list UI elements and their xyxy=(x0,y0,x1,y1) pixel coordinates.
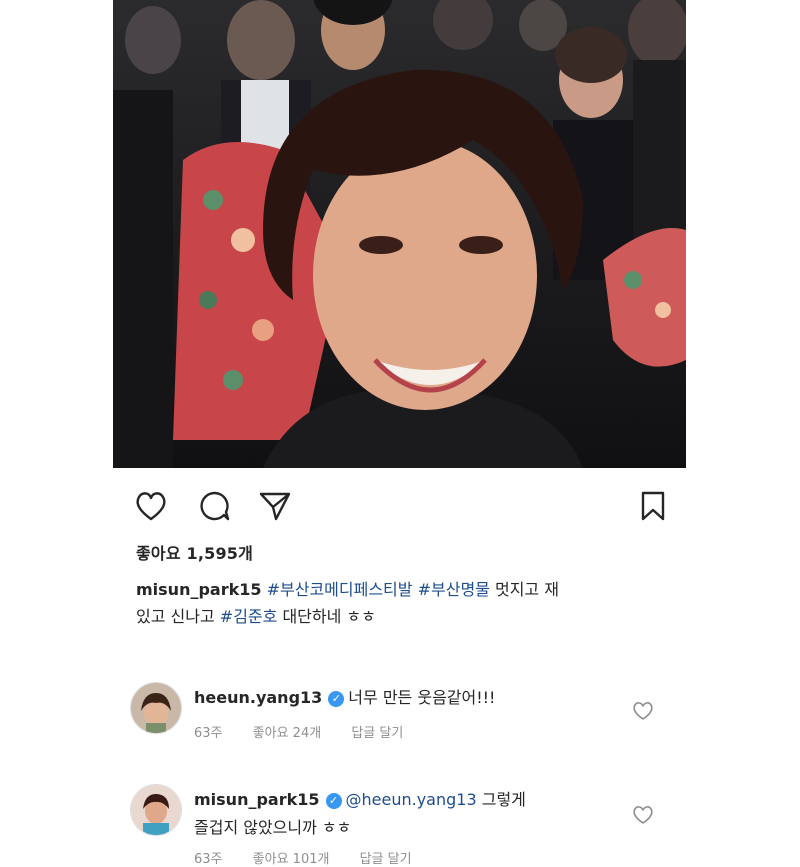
comment-item: misun_park15 ✓ @heeun.yang13 그렇게 즐겁지 않았으니까… xyxy=(130,784,670,867)
verified-badge-icon: ✓ xyxy=(325,793,342,809)
comment-text: 너무 만든 웃음같어!!! xyxy=(348,688,496,707)
comment-heart-icon[interactable] xyxy=(632,804,654,826)
mention-link[interactable]: @heeun.yang13 xyxy=(346,790,477,809)
caption-text: 멋지고 재 xyxy=(494,580,559,599)
comment-meta: 63주 좋아요 24개 답글 달기 xyxy=(194,722,429,741)
comment-time: 63주 xyxy=(194,852,223,867)
comment-username[interactable]: heeun.yang13 xyxy=(194,688,322,707)
post-photo[interactable] xyxy=(113,0,686,468)
comment-likes[interactable]: 좋아요 24개 xyxy=(253,726,322,741)
verified-badge-icon: ✓ xyxy=(328,691,345,707)
send-icon[interactable] xyxy=(255,486,295,526)
caption-text: 있고 신나고 xyxy=(136,607,215,626)
avatar[interactable] xyxy=(130,784,182,836)
hashtag-link[interactable]: #김준호 xyxy=(220,607,278,626)
likes-count[interactable]: 좋아요 1,595개 xyxy=(136,540,253,564)
avatar[interactable] xyxy=(130,682,182,734)
comment-username[interactable]: misun_park15 xyxy=(194,790,320,809)
comment-body: heeun.yang13 ✓ 너무 만든 웃음같어!!! xyxy=(194,684,495,708)
post-action-bar xyxy=(113,480,686,532)
post-caption: misun_park15 #부산코메디페스티발 #부산명물 멋지고 재 있고 신… xyxy=(136,576,666,630)
bookmark-icon[interactable] xyxy=(633,486,673,526)
comment-icon[interactable] xyxy=(195,486,235,526)
comment-body: misun_park15 ✓ @heeun.yang13 그렇게 xyxy=(194,786,526,810)
comment-text: 즐겁지 않았으니까 ㅎㅎ xyxy=(194,818,352,837)
heart-icon[interactable] xyxy=(131,486,171,526)
comment-item: heeun.yang13 ✓ 너무 만든 웃음같어!!! 63주 좋아요 24개 답… xyxy=(130,682,670,742)
hashtag-link[interactable]: #부산코메디페스티발 xyxy=(267,580,413,599)
reply-button[interactable]: 답글 달기 xyxy=(360,852,412,867)
comment-time: 63주 xyxy=(194,726,223,741)
hashtag-link[interactable]: #부산명물 xyxy=(418,580,490,599)
comment-meta: 63주 좋아요 101개 답글 달기 xyxy=(194,848,438,867)
caption-text: 대단하네 ㅎㅎ xyxy=(282,607,376,626)
reply-button[interactable]: 답글 달기 xyxy=(351,726,403,741)
caption-username[interactable]: misun_park15 xyxy=(136,580,262,599)
comment-heart-icon[interactable] xyxy=(632,700,654,722)
comment-text: 그렇게 xyxy=(481,790,526,809)
comment-likes[interactable]: 좋아요 101개 xyxy=(253,852,330,867)
